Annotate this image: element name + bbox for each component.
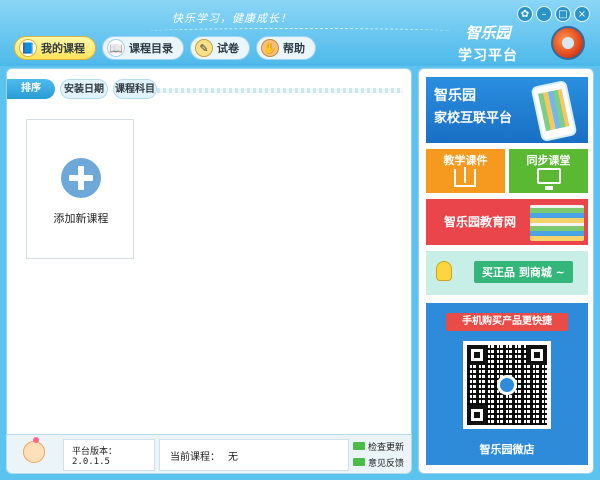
tab-subject[interactable]: 课程科目 [113,79,157,99]
main-nav: 📘 我的课程 📖 课程目录 ✎ 试卷 ✋ 帮助 [14,36,316,60]
phone-icon [530,79,578,143]
nav-course-catalog[interactable]: 📖 课程目录 [102,36,184,60]
mascot-icon [11,437,55,473]
wechat-store-label: 智乐园微店 [479,443,535,456]
nav-help-label: 帮助 [283,42,305,55]
nav-papers[interactable]: ✎ 试卷 [190,36,250,60]
qr-modules [467,345,547,425]
ad-edu-network-label: 智乐园教育网 [444,215,517,229]
plus-icon [61,158,101,198]
brand-subtitle: 学习平台 [458,48,518,64]
mascot-flower [33,437,39,443]
status-bar: 平台版本：2.0.1.5 当前课程： 无 检查更新 意见反馈 [6,434,412,474]
qr-finder-tr [527,345,547,365]
minimize-icon[interactable]: – [536,6,552,22]
sort-tabs: 排序 安装日期 课程科目 [7,79,413,99]
nav-course-catalog-label: 课程目录 [129,42,173,55]
ad-sync-class-label: 同步课堂 [526,154,571,167]
ad-teaching-course[interactable]: 教学课件 [426,149,505,193]
qr-logo [497,375,517,395]
check-update-label: 检查更新 [368,442,405,453]
books-icon [530,205,584,241]
current-course-value: 无 [228,451,238,463]
nav-papers-label: 试卷 [217,42,239,55]
course-panel: 排序 安装日期 课程科目 添加新课程 [6,68,412,472]
ad-teaching-course-label: 教学课件 [443,154,488,167]
title-bar: 快乐学习，健康成长！ 📘 我的课程 📖 课程目录 ✎ 试卷 ✋ 帮助 智乐园 学… [0,0,600,66]
catalog-icon: 📖 [107,39,125,57]
add-course-card[interactable]: 添加新课程 [26,119,134,259]
slogan: 快乐学习，健康成长！ [172,12,292,25]
ad-home-school[interactable]: 智乐园 家校互联平台 [426,77,588,143]
qr-finder-bl [467,405,487,425]
platform-version: 平台版本：2.0.1.5 [63,439,155,471]
update-icon [353,442,365,450]
feedback-icon [353,458,365,466]
tab-rail [157,88,403,93]
decorative-wave [150,28,450,34]
nav-my-courses-label: 我的课程 [41,42,85,55]
qr-code [463,341,551,429]
status-links: 检查更新 意见反馈 [353,438,409,470]
ad-shop[interactable]: 买正品 到商城 ~ [426,251,588,295]
check-update-link[interactable]: 检查更新 [353,438,409,454]
brand-logo [551,26,585,60]
qr-finder-tl [467,345,487,365]
ad-home-school-subtitle: 家校互联平台 [434,111,513,126]
ads-panel: 智乐园 家校互联平台 教学课件 同步课堂 智乐园教育网 买正品 到商城 ~ 手机… [418,68,594,474]
add-course-label: 添加新课程 [53,212,109,225]
brand-text: 智乐园 学习平台 [458,22,518,65]
window-controls: ✿ – □ × [517,6,590,22]
help-icon: ✋ [261,39,279,57]
feedback-link[interactable]: 意见反馈 [353,454,409,470]
ad-sync-class[interactable]: 同步课堂 [509,149,588,193]
brand-name: 智乐园 [465,24,511,42]
close-icon[interactable]: × [574,6,590,22]
book-icon: 📘 [19,39,37,57]
mobile-purchase-banner: 手机购买产品更快捷 [446,313,568,331]
settings-icon[interactable]: ✿ [517,6,533,22]
open-book-icon [454,167,476,187]
nav-help[interactable]: ✋ 帮助 [256,36,316,60]
monitor-icon [537,168,561,190]
nav-my-courses[interactable]: 📘 我的课程 [14,36,96,60]
ad-home-school-title: 智乐园 [434,88,476,104]
ad-shop-label: 买正品 到商城 ~ [474,261,573,283]
feedback-label: 意见反馈 [368,458,405,469]
tab-install-date[interactable]: 安装日期 [60,79,108,99]
lightbulb-icon [436,261,452,281]
current-course-label: 当前课程： [170,451,220,463]
tab-sort[interactable]: 排序 [7,79,55,99]
paper-icon: ✎ [195,39,213,57]
maximize-icon[interactable]: □ [555,6,571,22]
ad-wechat-store[interactable]: 手机购买产品更快捷 智乐园微店 [426,303,588,465]
mascot-face [23,441,45,463]
current-course: 当前课程： 无 [159,439,349,471]
ad-edu-network[interactable]: 智乐园教育网 [426,199,588,245]
